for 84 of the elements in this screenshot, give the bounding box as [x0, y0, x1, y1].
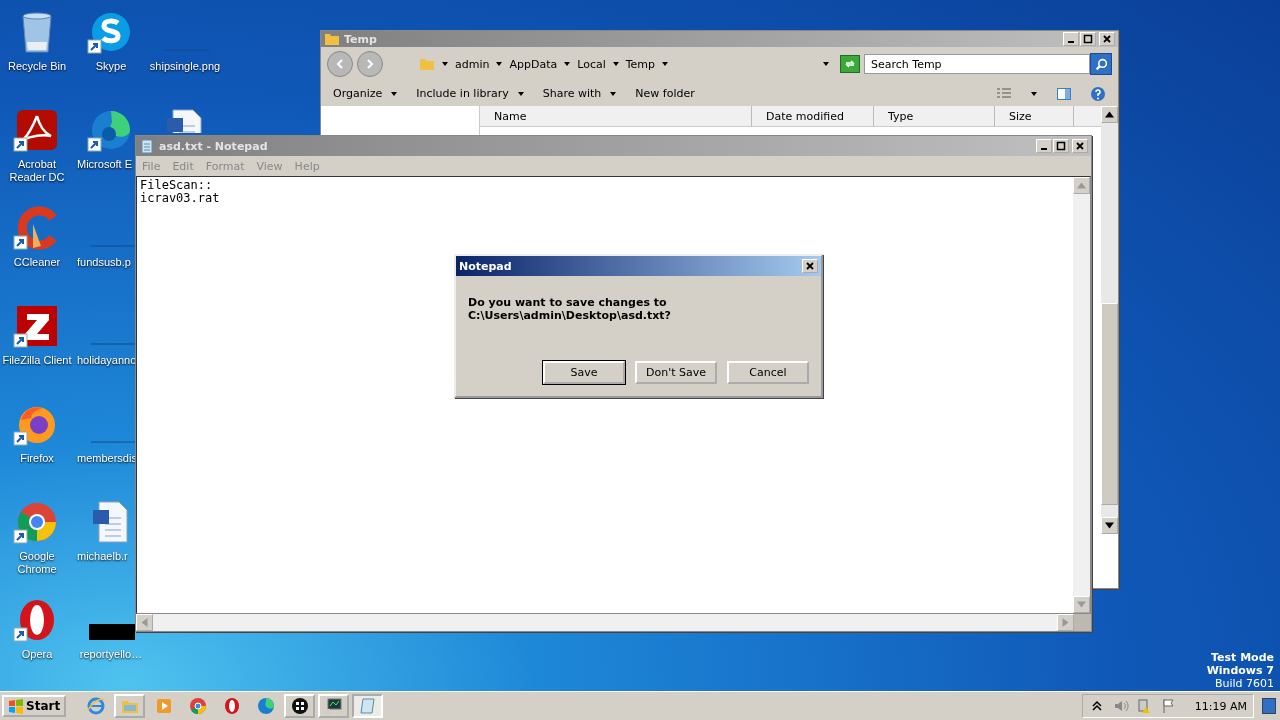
folder-icon: [324, 31, 340, 48]
taskbar-button[interactable]: [284, 694, 316, 718]
search-icon: [1094, 57, 1108, 71]
system-watermark-text: Test Mode: [1211, 651, 1274, 664]
window-title: Temp: [344, 32, 377, 46]
search-button[interactable]: [1090, 53, 1112, 76]
icon-label[interactable]: Recycle Bin: [7, 60, 67, 73]
scrollbar[interactable]: [136, 614, 1074, 631]
breadcrumb[interactable]: Temp: [625, 57, 656, 71]
caret-icon[interactable]: [1030, 89, 1038, 98]
minimize-button[interactable]: [1063, 32, 1079, 47]
caret-icon: [390, 89, 399, 98]
window-title: asd.txt - Notepad: [159, 139, 268, 153]
caret-icon: [516, 89, 525, 98]
system-watermark-text: Build 7601: [1214, 677, 1274, 690]
icon-label[interactable]: shipsingle.png: [149, 60, 221, 73]
folder-icon: [419, 56, 435, 73]
column-header[interactable]: Name: [480, 106, 752, 126]
clock[interactable]: 11:19 AM: [1194, 699, 1247, 713]
icon-label[interactable]: Firefox: [20, 452, 54, 465]
system-watermark-text: Windows 7: [1206, 664, 1274, 677]
preview-pane-icon[interactable]: [1056, 85, 1072, 102]
close-icon: [1075, 141, 1085, 151]
breadcrumb[interactable]: AppData: [509, 57, 558, 71]
back-button[interactable]: [327, 51, 353, 78]
minimize-icon: [1041, 148, 1047, 150]
close-button[interactable]: [1072, 139, 1088, 153]
dialog-button[interactable]: Save: [543, 361, 625, 384]
monitor-icon: [323, 696, 344, 716]
column-header[interactable]: Date modified: [752, 106, 874, 126]
windows-logo-icon: [8, 698, 24, 714]
close-button[interactable]: [1099, 32, 1115, 47]
maximize-icon: [1056, 141, 1066, 151]
taskbar-button[interactable]: [318, 694, 350, 718]
toolbar-button[interactable]: Include in library: [416, 87, 525, 101]
icon-label[interactable]: Skype: [95, 60, 127, 73]
notepad-icon: [139, 138, 155, 154]
text-line: FileScan::: [140, 179, 214, 192]
close-icon: [805, 261, 815, 271]
windows-logo-icon: [289, 696, 310, 716]
edge-icon: [255, 696, 276, 716]
internet-explorer-icon: [85, 696, 106, 716]
text-line: icrav03.rat: [140, 192, 221, 205]
start-button[interactable]: Start: [2, 695, 67, 717]
minimize-button[interactable]: [1036, 139, 1052, 153]
icon-label[interactable]: Acrobat Reader DC: [9, 158, 65, 184]
toolbar-button[interactable]: Organize: [333, 87, 399, 101]
scroll-right-icon[interactable]: [1057, 614, 1074, 631]
resize-grip[interactable]: [1074, 614, 1091, 631]
chrome-icon: [187, 696, 208, 716]
icon-label[interactable]: membersdis: [77, 452, 137, 465]
toolbar-button[interactable]: Share with: [542, 87, 618, 101]
forward-button[interactable]: [357, 51, 383, 78]
icon-label[interactable]: holidayanno: [77, 354, 137, 367]
close-icon: [1102, 34, 1112, 45]
scroll-left-icon[interactable]: [136, 614, 153, 631]
scrollbar[interactable]: [1101, 106, 1118, 534]
scroll-up-icon[interactable]: [1101, 106, 1118, 123]
icon-label[interactable]: fundsusb.p: [77, 256, 131, 269]
search-field[interactable]: Search Temp: [864, 54, 1090, 75]
dialog-button[interactable]: Don't Save: [635, 361, 717, 384]
scroll-down-icon[interactable]: [1101, 517, 1118, 534]
close-button[interactable]: [802, 259, 818, 273]
breadcrumb[interactable]: Local: [577, 57, 606, 71]
help-icon[interactable]: [1090, 85, 1106, 102]
scroll-thumb[interactable]: [1101, 303, 1118, 505]
caret-icon: [609, 89, 618, 98]
flag-icon[interactable]: [1160, 698, 1177, 714]
notepad-icon: [357, 696, 378, 716]
refresh-button[interactable]: [840, 55, 860, 74]
dialog-message: Do you want to save changes to C:\Users\admin\Desktop\asd.txt?: [467, 295, 672, 324]
minimize-icon: [1068, 41, 1074, 44]
maximize-button[interactable]: [1080, 32, 1096, 47]
column-header[interactable]: Type: [874, 106, 995, 126]
breadcrumb[interactable]: admin: [455, 57, 490, 71]
maximize-button[interactable]: [1053, 139, 1069, 153]
toolbar-button[interactable]: New folder: [635, 87, 695, 101]
icon-label[interactable]: CCleaner: [13, 256, 61, 269]
icon-label[interactable]: FileZilla Client: [2, 354, 72, 367]
icon-label[interactable]: Microsoft E: [77, 158, 132, 171]
dialog-button[interactable]: Cancel: [727, 361, 809, 384]
column-header[interactable]: Size: [995, 106, 1074, 126]
dialog-title: Notepad: [459, 259, 512, 273]
maximize-icon: [1083, 34, 1093, 45]
